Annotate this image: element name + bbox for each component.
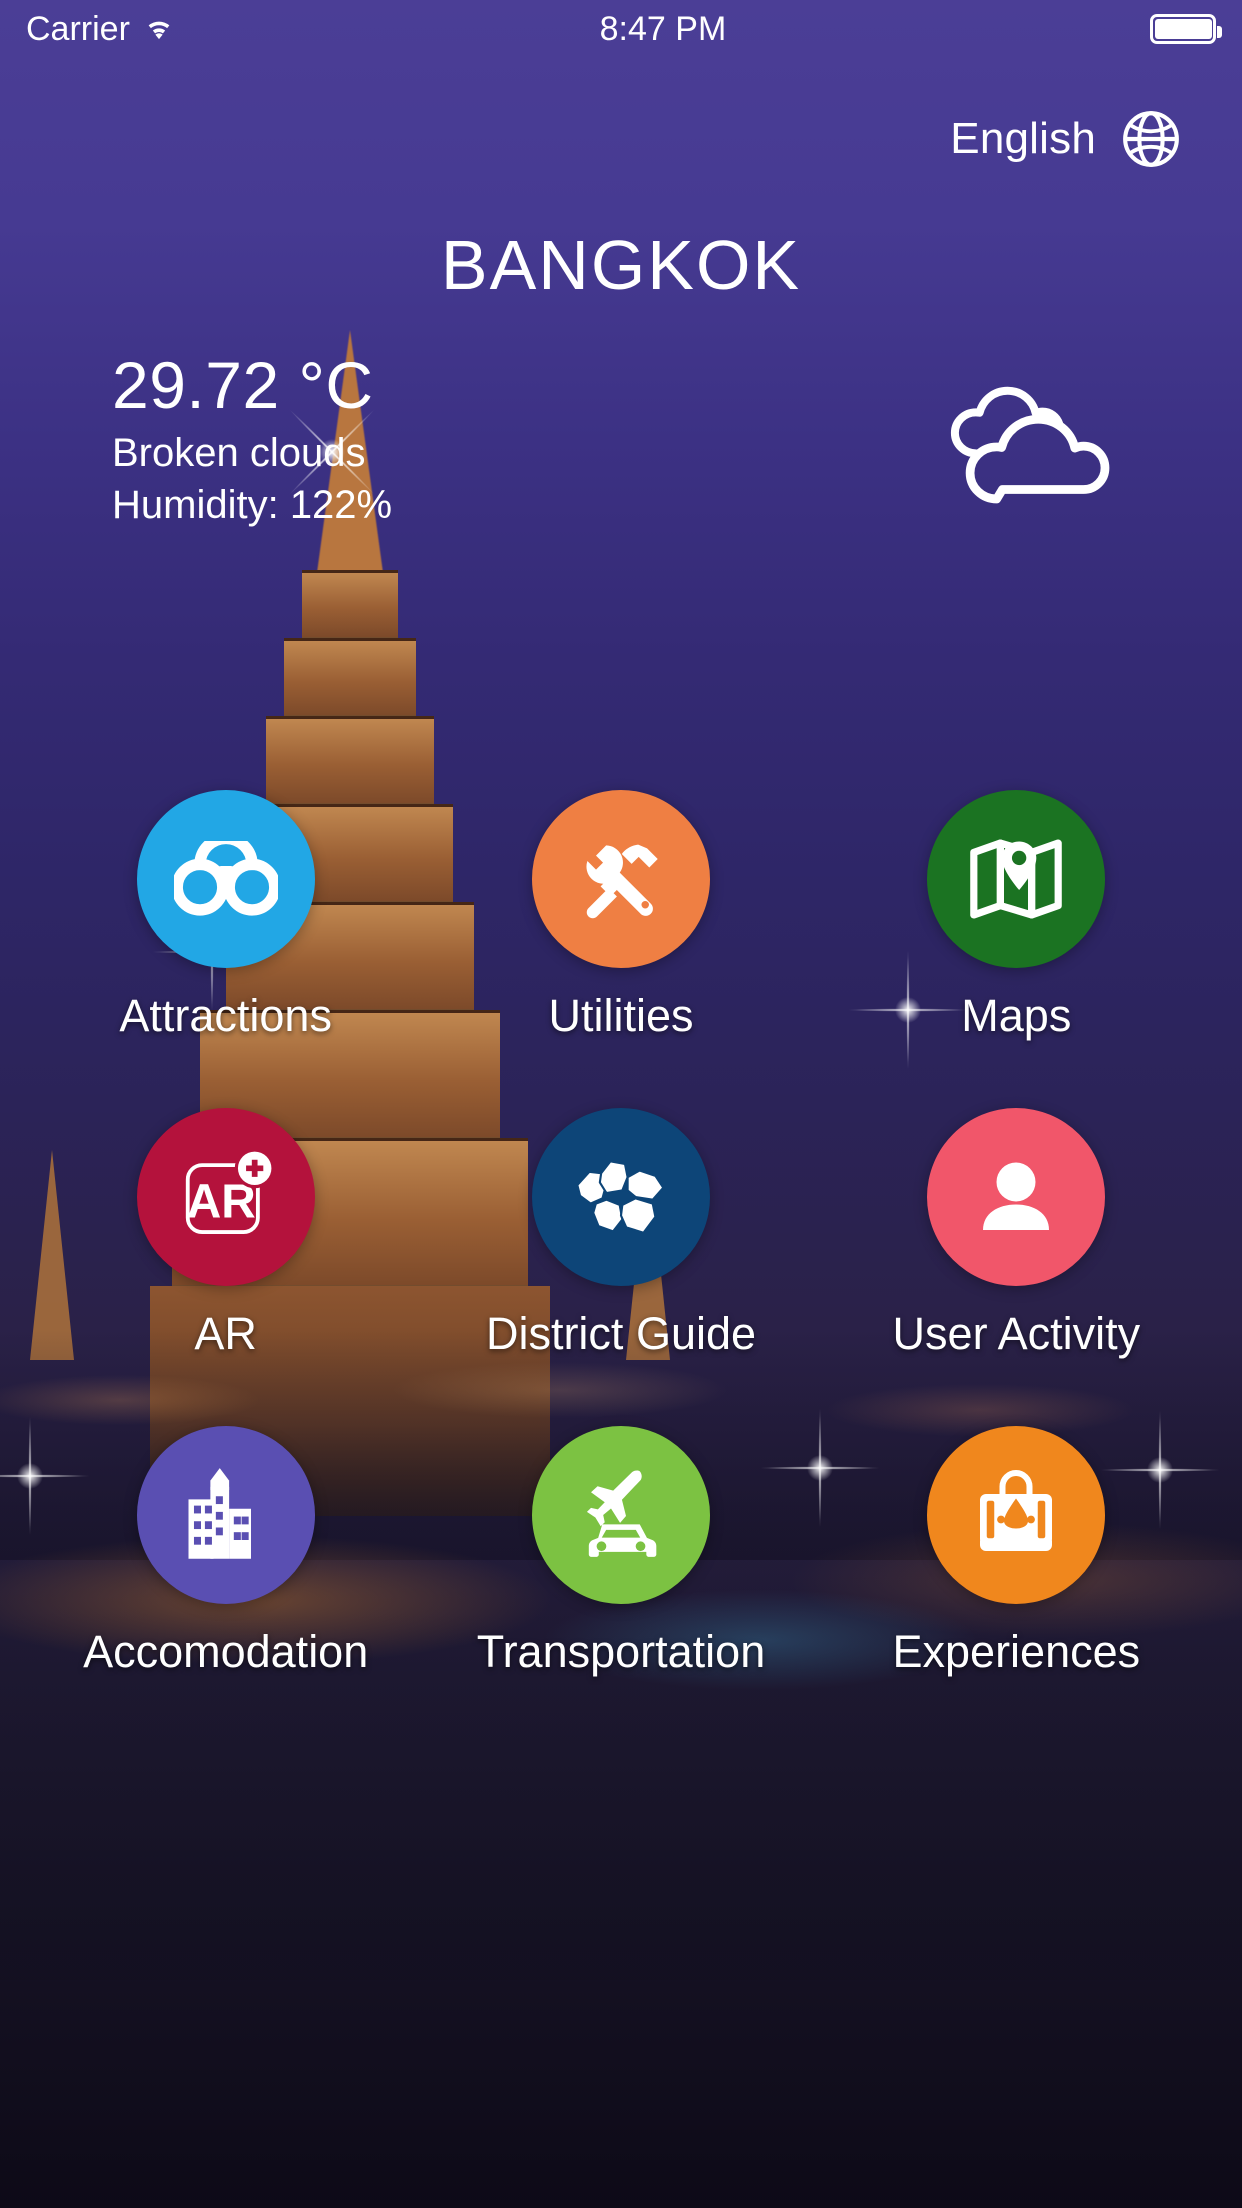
accomodation-icon-circle[interactable] <box>136 1426 315 1604</box>
menu-tile-label: AR <box>194 1308 257 1359</box>
person-icon <box>968 1149 1064 1245</box>
maps-icon-circle[interactable] <box>927 790 1106 968</box>
wifi-icon <box>142 15 176 43</box>
page-title: BANGKOK <box>440 226 802 304</box>
menu-tile-label: User Activity <box>892 1308 1141 1359</box>
globe-icon[interactable] <box>1120 108 1182 170</box>
districts-icon <box>573 1156 669 1238</box>
menu-tile-attractions[interactable]: Attractions <box>28 790 423 1042</box>
menu-tile-user-activity[interactable]: User Activity <box>819 1108 1214 1360</box>
menu-tile-label: District Guide <box>485 1308 757 1359</box>
menu-grid: Attractions Utilities Maps AR AR Distric… <box>0 790 1242 1678</box>
utilities-icon-circle[interactable] <box>531 790 710 968</box>
menu-tile-label: Accomodation <box>83 1626 369 1677</box>
map-pin-icon <box>966 831 1066 927</box>
ar-icon-circle[interactable]: AR <box>136 1108 315 1286</box>
suitcase-icon <box>968 1467 1064 1563</box>
ar-plus-icon: AR <box>175 1146 277 1248</box>
menu-tile-label: Maps <box>961 990 1072 1041</box>
menu-tile-transportation[interactable]: Transportation <box>423 1426 818 1678</box>
weather-text: 29.72 °C Broken clouds Humidity: 122% <box>112 348 393 531</box>
menu-tile-label: Attractions <box>119 990 332 1041</box>
tools-icon <box>571 829 671 929</box>
menu-tile-label: Experiences <box>892 1626 1141 1677</box>
menu-tile-ar[interactable]: AR AR <box>28 1108 423 1360</box>
menu-tile-experiences[interactable]: Experiences <box>819 1426 1214 1678</box>
language-selector[interactable]: English <box>950 108 1182 170</box>
status-bar: Carrier 8:47 PM <box>0 0 1242 58</box>
binoculars-icon <box>173 841 278 917</box>
menu-tile-district-guide[interactable]: District Guide <box>423 1108 818 1360</box>
buildings-icon <box>178 1465 274 1565</box>
transportation-icon-circle[interactable] <box>531 1426 710 1604</box>
user-activity-icon-circle[interactable] <box>927 1108 1106 1286</box>
district-guide-icon-circle[interactable] <box>531 1108 710 1286</box>
status-bar-left: Carrier <box>26 10 176 49</box>
weather-condition: Broken clouds <box>112 431 366 476</box>
menu-tile-utilities[interactable]: Utilities <box>423 790 818 1042</box>
menu-tile-maps[interactable]: Maps <box>819 790 1214 1042</box>
attractions-icon-circle[interactable] <box>136 790 315 968</box>
menu-tile-accomodation[interactable]: Accomodation <box>28 1426 423 1678</box>
weather-widget: 29.72 °C Broken clouds Humidity: 122% <box>0 348 1242 531</box>
battery-icon <box>1150 14 1222 44</box>
carrier-label: Carrier <box>26 9 130 48</box>
experiences-icon-circle[interactable] <box>927 1426 1106 1604</box>
status-bar-right <box>1150 14 1222 44</box>
weather-temperature: 29.72 °C <box>112 348 374 422</box>
menu-tile-label: Utilities <box>548 990 694 1041</box>
weather-humidity: Humidity: 122% <box>112 483 393 528</box>
menu-tile-label: Transportation <box>476 1626 766 1677</box>
plane-car-icon <box>571 1465 671 1565</box>
app-screen: Carrier 8:47 PM English BANGKOK 29.72 °C… <box>0 0 1242 2208</box>
broken-clouds-icon <box>934 362 1124 522</box>
language-label: English <box>950 114 1096 163</box>
status-bar-time: 8:47 PM <box>599 9 727 48</box>
